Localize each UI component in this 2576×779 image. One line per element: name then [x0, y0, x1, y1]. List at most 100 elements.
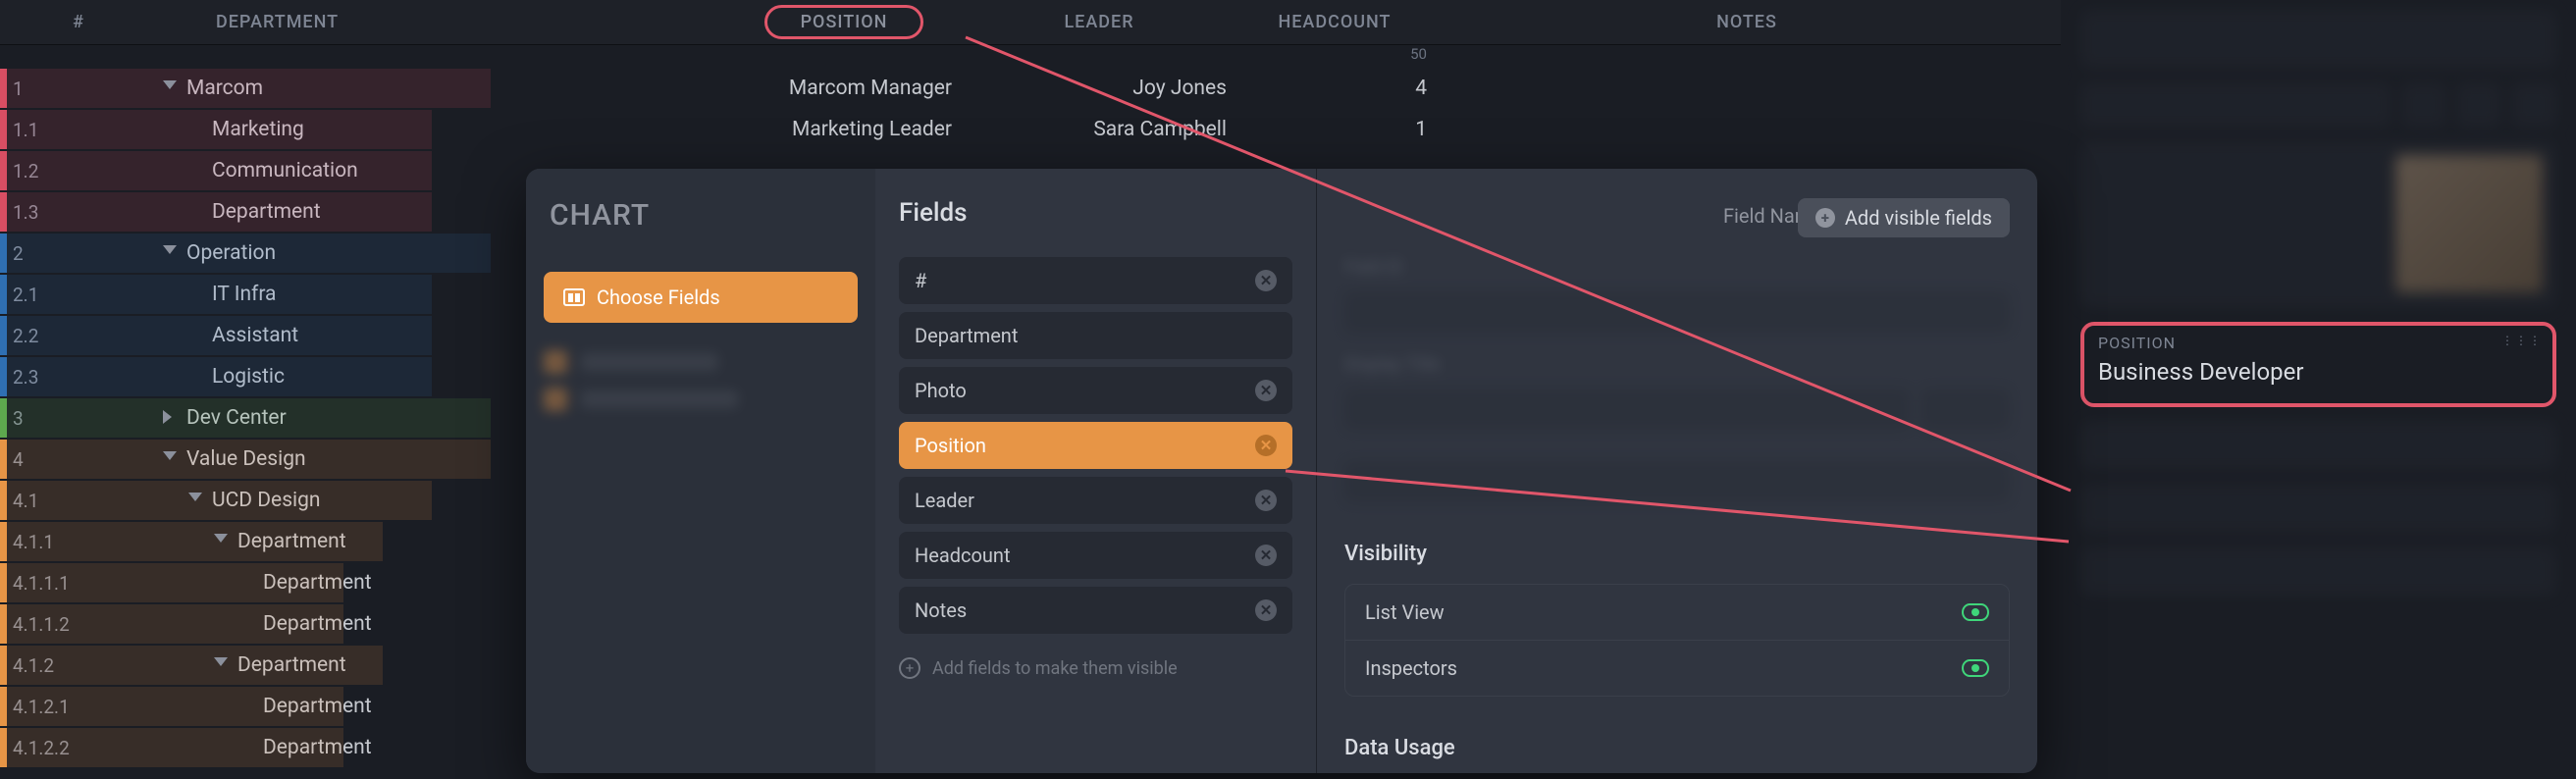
row-leader: Sara Campbell: [962, 118, 1236, 141]
data-usage-header: Data Usage: [1344, 736, 2010, 760]
row-department: Department: [263, 695, 372, 718]
plus-icon: +: [1815, 208, 1835, 228]
row-number: 4.1.1.2: [7, 613, 70, 636]
visibility-item[interactable]: Inspectors: [1345, 641, 2009, 696]
chart-fields-modal: CHART Choose Fields Fields #✕DepartmentP…: [526, 169, 2037, 773]
disclosure-icon[interactable]: [163, 410, 179, 426]
inspector-blur-box: [2080, 484, 2556, 533]
remove-field-icon[interactable]: ✕: [1255, 435, 1277, 456]
field-label: Leader: [915, 489, 974, 512]
visibility-label: List View: [1365, 600, 1445, 624]
row-number: 1.2: [7, 160, 38, 182]
row-number: 1: [7, 78, 24, 100]
row-number: 4.1.2: [7, 654, 54, 677]
field-item[interactable]: Position ✕: [899, 422, 1292, 469]
row-department: Department: [237, 653, 346, 677]
inspector-photo-box: [2080, 141, 2556, 308]
eye-icon[interactable]: [1962, 603, 1989, 621]
field-item[interactable]: Department: [899, 312, 1292, 359]
remove-field-icon[interactable]: ✕: [1255, 545, 1277, 566]
choose-fields-button[interactable]: Choose Fields: [544, 272, 858, 323]
disclosure-icon[interactable]: [214, 657, 230, 673]
field-label: Headcount: [915, 544, 1011, 567]
field-item[interactable]: #✕: [899, 257, 1292, 304]
remove-field-icon[interactable]: ✕: [1255, 599, 1277, 621]
row-department: UCD Design: [212, 489, 321, 512]
inspector-blur-box: [2080, 10, 2556, 69]
field-item[interactable]: Notes ✕: [899, 587, 1292, 634]
row-department: Communication: [212, 159, 358, 182]
aggregate-headcount: 50: [1236, 45, 1433, 67]
field-label: Photo: [915, 379, 967, 402]
row-number: 4: [7, 448, 24, 471]
row-department: Department: [263, 736, 372, 759]
field-label: #: [915, 269, 926, 292]
row-leader: Joy Jones: [962, 77, 1236, 100]
col-header-number[interactable]: #: [0, 12, 157, 32]
disclosure-icon[interactable]: [163, 245, 179, 261]
aggregate-row: 50: [0, 45, 2061, 67]
remove-field-icon[interactable]: ✕: [1255, 380, 1277, 401]
table-header: # DEPARTMENT POSITION LEADER HEADCOUNT N…: [0, 0, 2061, 45]
disclosure-icon[interactable]: [188, 493, 204, 508]
col-header-position[interactable]: POSITION: [726, 5, 962, 39]
row-department: Department: [263, 612, 372, 636]
field-label: Position: [915, 434, 986, 457]
row-number: 3: [7, 407, 24, 430]
col-header-headcount[interactable]: HEADCOUNT: [1236, 12, 1433, 32]
inspector-blur-box: [2080, 546, 2556, 596]
row-department: Operation: [186, 241, 276, 265]
row-department: Assistant: [212, 324, 298, 347]
row-number: 1.3: [7, 201, 38, 224]
row-headcount: 4: [1236, 77, 1433, 100]
add-fields-hint[interactable]: + Add fields to make them visible: [899, 657, 1292, 679]
row-department: Logistic: [212, 365, 285, 389]
row-number: 2.3: [7, 366, 38, 389]
add-visible-fields-button[interactable]: + Add visible fields: [1798, 198, 2010, 237]
inspector-position-label: POSITION: [2098, 334, 2539, 352]
row-department: Value Design: [186, 447, 306, 471]
col-header-leader[interactable]: LEADER: [962, 12, 1236, 32]
row-number: 4.1.1: [7, 531, 54, 553]
row-number: 4.1.1.1: [7, 572, 70, 595]
row-department: Marcom: [186, 77, 263, 100]
row-department: Marketing: [212, 118, 304, 141]
row-department: Department: [237, 530, 346, 553]
plus-icon: +: [899, 657, 920, 679]
field-item[interactable]: Headcount ✕: [899, 532, 1292, 579]
row-position: Marcom Manager: [726, 77, 962, 100]
row-number: 2.2: [7, 325, 38, 347]
field-label: Department: [915, 324, 1018, 347]
field-label: Notes: [915, 598, 967, 622]
remove-field-icon[interactable]: ✕: [1255, 270, 1277, 291]
field-item[interactable]: Photo ✕: [899, 367, 1292, 414]
row-number: 2.1: [7, 284, 38, 306]
row-department: Department: [263, 571, 372, 595]
disclosure-icon[interactable]: [163, 451, 179, 467]
row-position: Marketing Leader: [726, 118, 962, 141]
visibility-header: Visibility: [1344, 542, 2010, 566]
inspector-position-value[interactable]: Business Developer: [2098, 358, 2539, 386]
col-header-notes[interactable]: NOTES: [1433, 12, 2061, 32]
eye-icon[interactable]: [1962, 659, 1989, 677]
drag-handle-icon[interactable]: ⋮⋮⋮: [2501, 334, 2543, 347]
inspector-blur-box: [2080, 82, 2556, 128]
inspector-position-card: ⋮⋮⋮ POSITION Business Developer: [2080, 322, 2556, 407]
row-department: Dev Center: [186, 406, 287, 430]
visibility-label: Inspectors: [1365, 656, 1457, 680]
fields-section-header: Fields: [899, 198, 968, 228]
row-department: Department: [212, 200, 321, 224]
disclosure-icon[interactable]: [163, 80, 179, 96]
inspector-blur-box: [2080, 421, 2556, 470]
row-department: IT Infra: [212, 283, 276, 306]
row-number: 4.1: [7, 490, 38, 512]
table-row[interactable]: 1.1MarketingMarketing LeaderSara Campbel…: [0, 110, 2061, 149]
remove-field-icon[interactable]: ✕: [1255, 490, 1277, 511]
visibility-item[interactable]: List View: [1345, 585, 2009, 641]
row-number: 4.1.2.2: [7, 737, 70, 759]
table-row[interactable]: 1 Marcom Marcom ManagerJoy Jones4: [0, 69, 2061, 108]
col-header-department[interactable]: DEPARTMENT: [157, 12, 726, 32]
row-number: 4.1.2.1: [7, 696, 70, 718]
field-item[interactable]: Leader ✕: [899, 477, 1292, 524]
disclosure-icon[interactable]: [214, 534, 230, 549]
